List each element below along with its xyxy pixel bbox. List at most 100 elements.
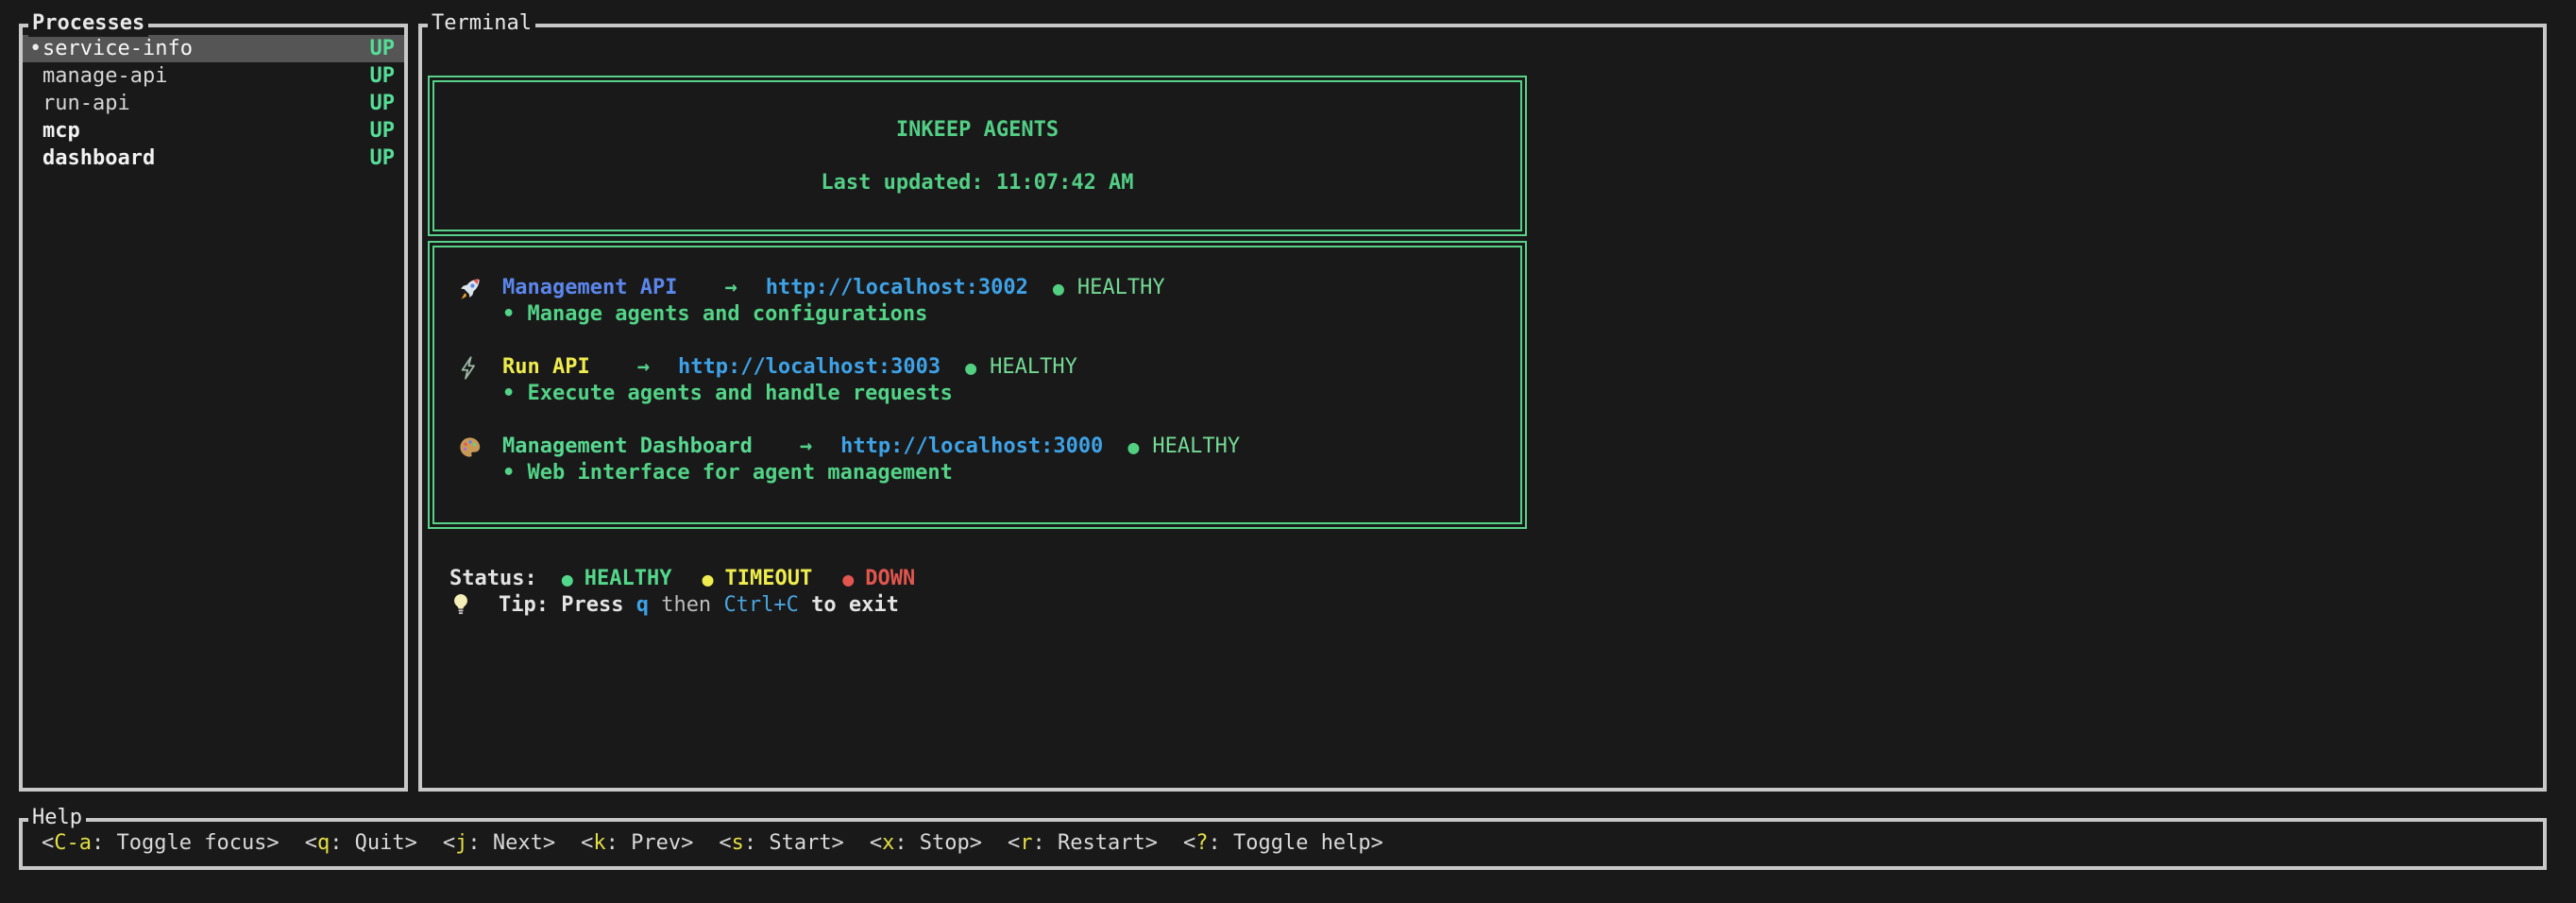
help-label: : Start> <box>744 831 844 855</box>
help-key: r <box>1020 831 1032 855</box>
help-key: s <box>732 831 744 855</box>
help-label: : Prev> <box>606 831 694 855</box>
help-key: C-a <box>54 831 92 855</box>
tip-key-q: q <box>636 592 649 619</box>
help-key: j <box>455 831 467 855</box>
legend-down: ● DOWN <box>842 566 915 592</box>
tip-label: Tip: Press <box>499 592 636 619</box>
help-item-quit: <q: Quit> <box>305 830 417 857</box>
process-name: dashboard <box>42 145 370 172</box>
help-bracket: < <box>870 831 882 855</box>
help-item-next: <j: Next> <box>443 830 555 857</box>
help-label: : Toggle help> <box>1208 831 1382 855</box>
last-updated-text: Last updated: 11:07:42 AM <box>434 170 1520 196</box>
palette-icon <box>457 434 502 460</box>
healthy-dot-icon: ● <box>562 566 573 592</box>
processes-panel: Processes • service-info UP manage-api U… <box>19 24 408 792</box>
help-label: : Toggle focus> <box>92 831 280 855</box>
service-name: Management Dashboard <box>502 434 753 460</box>
process-status-badge: UP <box>370 145 396 172</box>
legend-text: DOWN <box>865 566 915 592</box>
tip-key-ctrlc: Ctrl+C <box>723 592 798 619</box>
status-legend: Status: ● HEALTHY ● TIMEOUT ● DOWN <box>449 566 2543 592</box>
status-dot-icon: ● <box>1053 275 1064 301</box>
help-bracket: < <box>42 831 54 855</box>
arrow-icon: → <box>800 434 812 460</box>
lightbulb-icon <box>449 592 499 619</box>
service-description: • Execute agents and handle requests <box>457 381 1511 407</box>
service-status: HEALTHY <box>1077 275 1165 301</box>
service-url[interactable]: http://localhost:3002 <box>766 275 1028 301</box>
legend-healthy: ● HEALTHY <box>562 566 672 592</box>
help-bracket: < <box>305 831 317 855</box>
status-dot-icon: ● <box>1127 434 1139 460</box>
help-bracket: < <box>1183 831 1195 855</box>
terminal-panel-title: Terminal <box>428 10 535 37</box>
tip-mid: then <box>649 592 723 619</box>
service-description: • Manage agents and configurations <box>457 301 1511 328</box>
tui-screen: Processes • service-info UP manage-api U… <box>0 0 2576 903</box>
legend-timeout: ● TIMEOUT <box>702 566 812 592</box>
help-label: : Restart> <box>1033 831 1158 855</box>
rocket-icon <box>457 276 502 301</box>
help-key: x <box>882 831 894 855</box>
help-item-stop: <x: Stop> <box>870 830 982 857</box>
help-panel: Help <C-a: Toggle focus> <q: Quit> <j: N… <box>19 818 2547 870</box>
help-key: ? <box>1195 831 1208 855</box>
service-url[interactable]: http://localhost:3000 <box>840 434 1103 460</box>
header-box: INKEEP AGENTS Last updated: 11:07:42 AM <box>428 76 1527 236</box>
legend-text: HEALTHY <box>585 566 672 592</box>
help-bracket: < <box>581 831 593 855</box>
processes-panel-title: Processes <box>28 10 148 37</box>
help-key: q <box>317 831 330 855</box>
process-name: service-info <box>42 36 370 62</box>
process-list: • service-info UP manage-api UP run-api … <box>23 27 404 172</box>
service-url[interactable]: http://localhost:3003 <box>678 354 941 381</box>
process-row-manage-api[interactable]: manage-api UP <box>23 62 404 90</box>
help-bracket: < <box>443 831 455 855</box>
process-row-service-info[interactable]: • service-info UP <box>23 35 404 62</box>
timeout-dot-icon: ● <box>702 566 713 592</box>
process-row-run-api[interactable]: run-api UP <box>23 90 404 117</box>
status-dot-icon: ● <box>965 354 976 381</box>
tip-end: to exit <box>799 592 899 619</box>
help-bracket: < <box>1008 831 1020 855</box>
arrow-icon: → <box>637 354 650 381</box>
help-label: : Stop> <box>894 831 982 855</box>
services-box: Management API → http://localhost:3002 ●… <box>428 241 1527 529</box>
tip-line: Tip: Press q then Ctrl+C to exit <box>449 592 2543 619</box>
app-title: INKEEP AGENTS <box>434 117 1520 144</box>
help-label: : Next> <box>467 831 555 855</box>
legend-text: TIMEOUT <box>725 566 813 592</box>
help-label: : Quit> <box>330 831 417 855</box>
status-legend-label: Status: <box>449 566 537 592</box>
help-key: k <box>593 831 605 855</box>
process-name: mcp <box>42 118 370 145</box>
help-item-restart: <r: Restart> <box>1008 830 1158 857</box>
lightning-icon <box>457 355 502 381</box>
process-status-badge: UP <box>370 63 396 90</box>
down-dot-icon: ● <box>842 566 854 592</box>
service-entry-management-api: Management API → http://localhost:3002 ●… <box>457 275 1511 328</box>
process-status-badge: UP <box>370 91 396 117</box>
service-name: Run API <box>502 354 590 381</box>
help-item-prev: <k: Prev> <box>581 830 693 857</box>
help-item-start: <s: Start> <box>719 830 843 857</box>
process-row-mcp[interactable]: mcp UP <box>23 117 404 145</box>
service-status: HEALTHY <box>990 354 1077 381</box>
process-name: manage-api <box>42 63 370 90</box>
process-row-dashboard[interactable]: dashboard UP <box>23 145 404 172</box>
process-name: run-api <box>42 91 370 117</box>
terminal-panel: Terminal INKEEP AGENTS Last updated: 11:… <box>418 24 2547 792</box>
service-entry-dashboard: Management Dashboard → http://localhost:… <box>457 434 1511 486</box>
service-status: HEALTHY <box>1152 434 1240 460</box>
process-status-badge: UP <box>370 118 396 145</box>
help-panel-title: Help <box>28 805 86 831</box>
process-status-badge: UP <box>370 36 396 62</box>
help-shortcuts-row: <C-a: Toggle focus> <q: Quit> <j: Next> … <box>23 822 2543 857</box>
service-entry-run-api: Run API → http://localhost:3003 ● HEALTH… <box>457 354 1511 407</box>
arrow-icon: → <box>724 275 737 301</box>
service-description: • Web interface for agent management <box>457 460 1511 486</box>
help-bracket: < <box>719 831 731 855</box>
help-item-toggle-help: <?: Toggle help> <box>1183 830 1383 857</box>
